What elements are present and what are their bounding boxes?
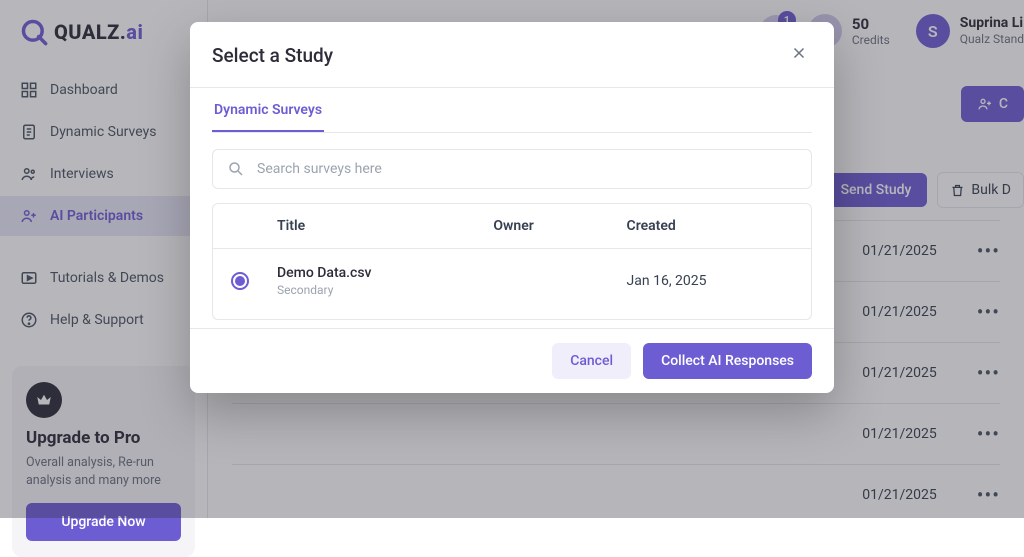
study-radio[interactable] bbox=[231, 272, 249, 290]
close-icon bbox=[790, 44, 808, 62]
search-input[interactable] bbox=[257, 161, 797, 177]
modal-title: Select a Study bbox=[212, 44, 333, 67]
study-table-header: Title Owner Created bbox=[213, 204, 811, 249]
modal-overlay: Select a Study Dynamic Surveys Title Own… bbox=[0, 0, 1024, 518]
col-owner: Owner bbox=[493, 218, 626, 234]
col-created: Created bbox=[627, 218, 793, 234]
cancel-button[interactable]: Cancel bbox=[552, 343, 631, 379]
search-box[interactable] bbox=[212, 149, 812, 189]
modal-close-button[interactable] bbox=[786, 40, 812, 71]
study-subtitle: Secondary bbox=[277, 283, 493, 297]
tab-dynamic-surveys[interactable]: Dynamic Surveys bbox=[212, 88, 324, 132]
select-study-modal: Select a Study Dynamic Surveys Title Own… bbox=[190, 22, 834, 393]
modal-body: Dynamic Surveys Title Owner Created bbox=[190, 88, 834, 328]
modal-tabs: Dynamic Surveys bbox=[212, 88, 812, 133]
study-title: Demo Data.csv bbox=[277, 265, 493, 281]
search-icon bbox=[227, 160, 245, 178]
study-created: Jan 16, 2025 bbox=[627, 273, 793, 289]
study-table: Title Owner Created Demo Data.csv Second… bbox=[212, 203, 812, 320]
col-title: Title bbox=[277, 218, 493, 234]
collect-responses-button[interactable]: Collect AI Responses bbox=[643, 343, 812, 379]
study-row[interactable]: Demo Data.csv Secondary Jan 16, 2025 bbox=[213, 249, 811, 319]
modal-header: Select a Study bbox=[190, 22, 834, 88]
modal-footer: Cancel Collect AI Responses bbox=[190, 328, 834, 393]
